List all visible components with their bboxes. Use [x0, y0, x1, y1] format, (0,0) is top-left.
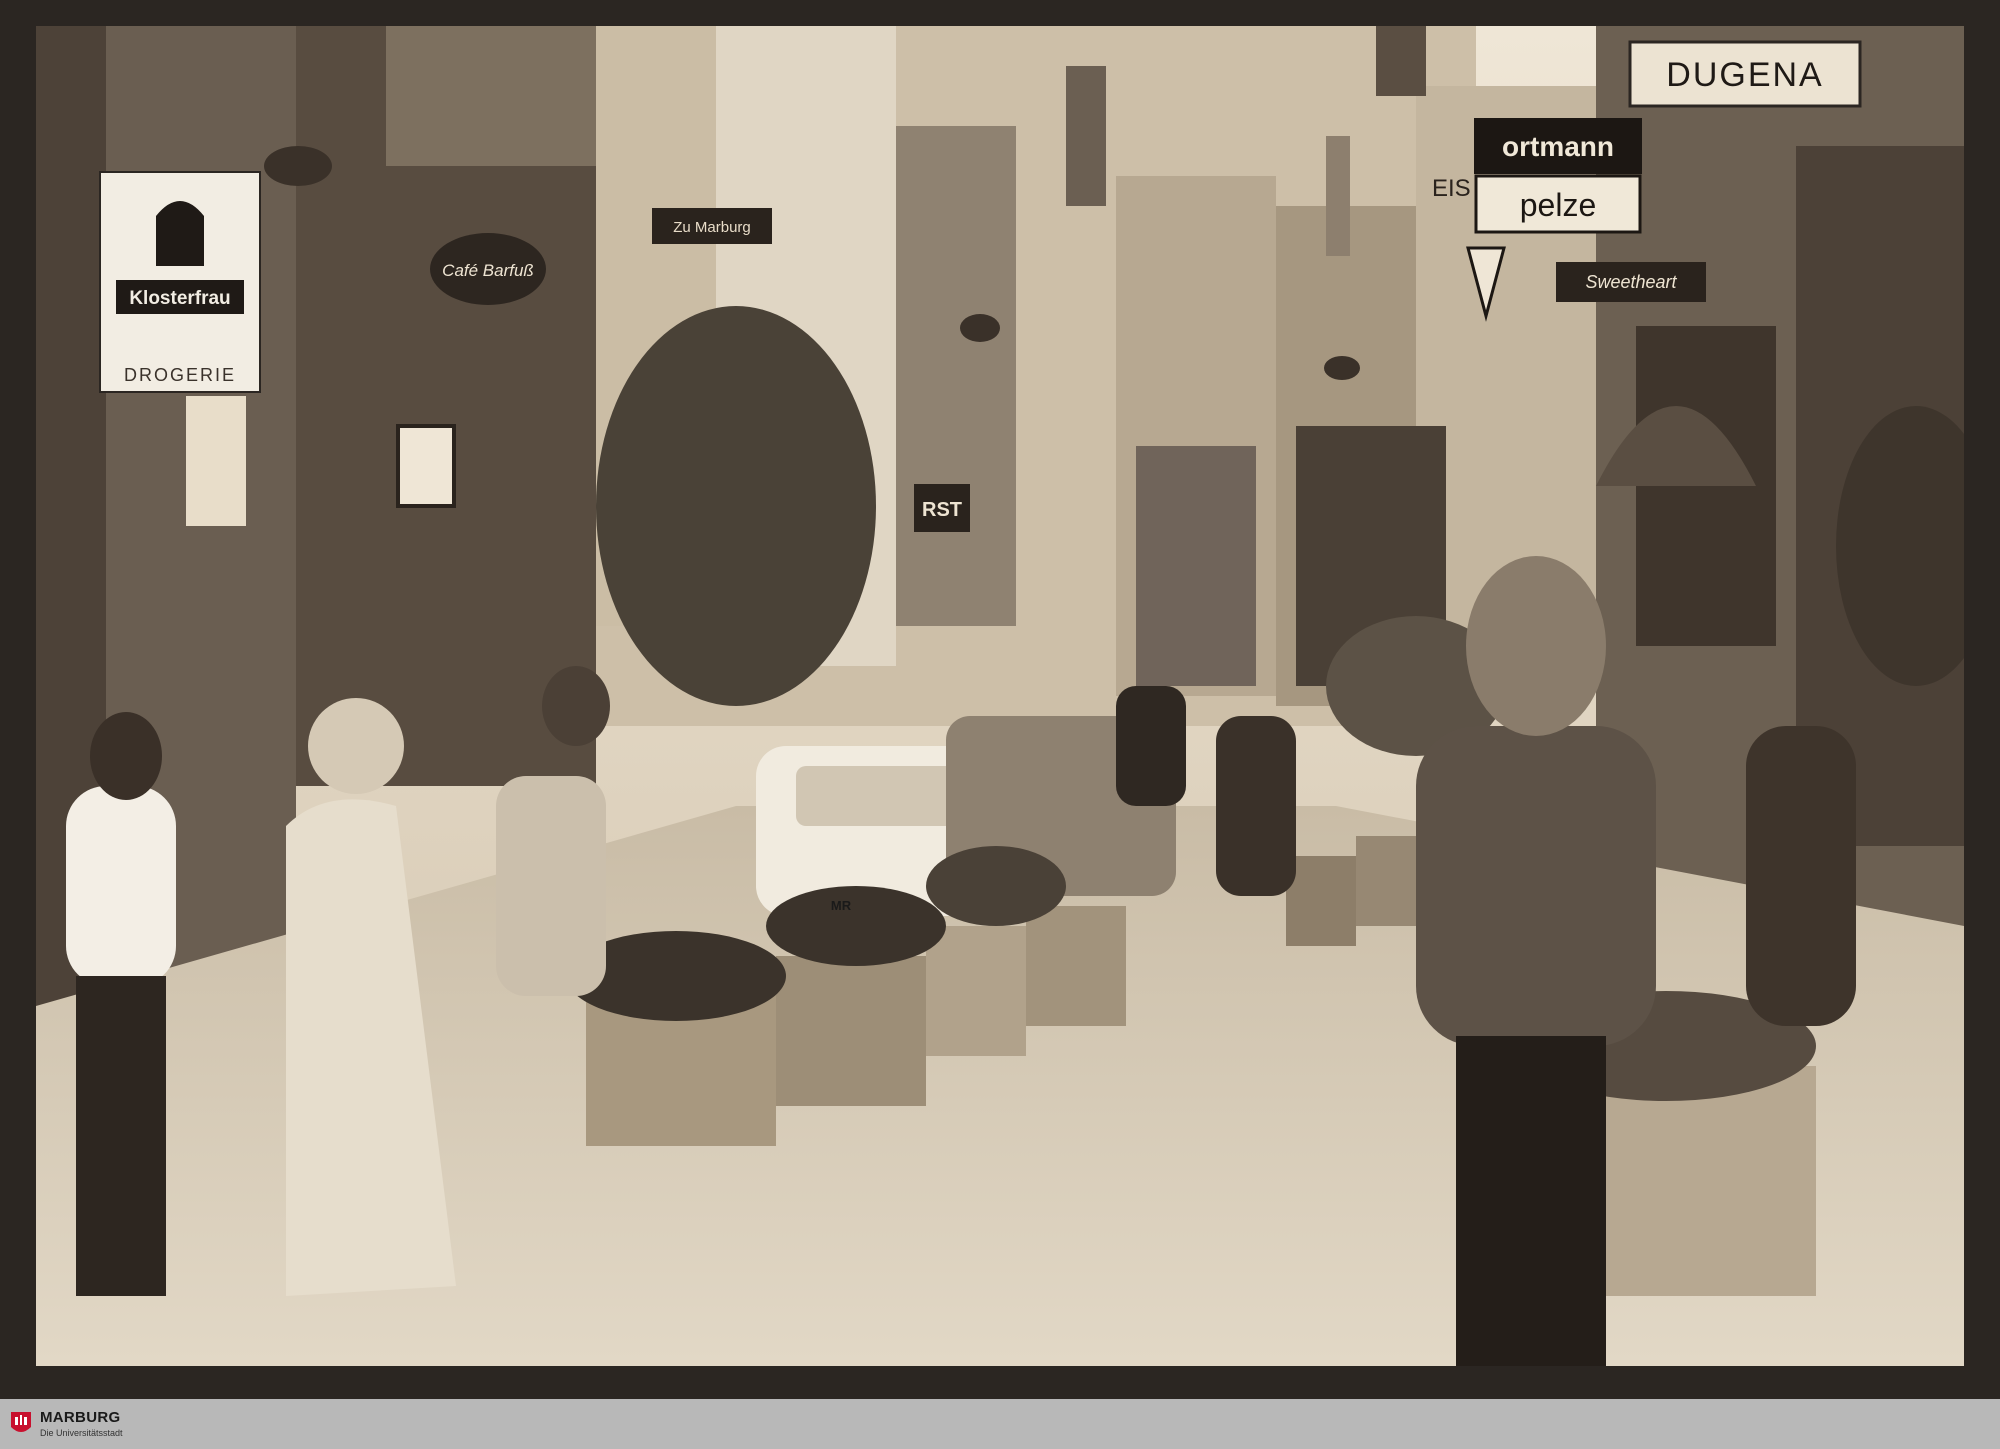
ortmann-pelze-sign: ortmann pelze	[1474, 118, 1642, 234]
footer-bar: MARBURG Die Universitätsstadt	[0, 1399, 2000, 1449]
street-lamp	[960, 314, 1000, 342]
dugena-label: DUGENA	[1666, 56, 1823, 94]
license-plate-label: MR	[831, 898, 852, 913]
street-lamp	[264, 146, 332, 186]
lantern	[396, 424, 456, 508]
street-scene: Klosterfrau DROGERIE Café Barfuß Zu Marb…	[36, 26, 1964, 1366]
zur-marburg-sign: Zu Marburg	[652, 208, 772, 244]
flag	[1066, 66, 1106, 206]
cafe-label: Café Barfuß	[442, 261, 534, 280]
flag	[1326, 136, 1350, 256]
drogerie-label: DROGERIE	[124, 365, 236, 385]
sweetheart-sign: Sweetheart	[1556, 262, 1706, 302]
photo-frame: Klosterfrau DROGERIE Café Barfuß Zu Marb…	[0, 0, 2000, 1399]
cafe-sign: Café Barfuß	[430, 233, 546, 305]
street-lamp	[1324, 356, 1360, 380]
license-plate: MR	[831, 898, 852, 913]
brand-tagline: Die Universitätsstadt	[40, 1428, 123, 1438]
ortmann-label: ortmann	[1502, 131, 1614, 162]
flag	[1376, 26, 1426, 96]
dugena-sign: DUGENA	[1628, 40, 1862, 108]
rst-sign: RST	[914, 484, 970, 532]
brand-name: MARBURG	[40, 1409, 121, 1426]
eis-label: EIS	[1432, 175, 1471, 202]
zur-marburg-label: Zu Marburg	[673, 219, 751, 236]
klosterfrau-label: Klosterfrau	[129, 288, 230, 309]
marburg-logo-icon	[11, 1412, 31, 1432]
sweetheart-label: Sweetheart	[1585, 272, 1677, 292]
rst-label: RST	[922, 499, 962, 521]
street-photo: Klosterfrau DROGERIE Café Barfuß Zu Marb…	[36, 26, 1964, 1366]
pelze-label: pelze	[1520, 187, 1597, 223]
klosterfrau-sign: Klosterfrau DROGERIE	[99, 171, 261, 393]
